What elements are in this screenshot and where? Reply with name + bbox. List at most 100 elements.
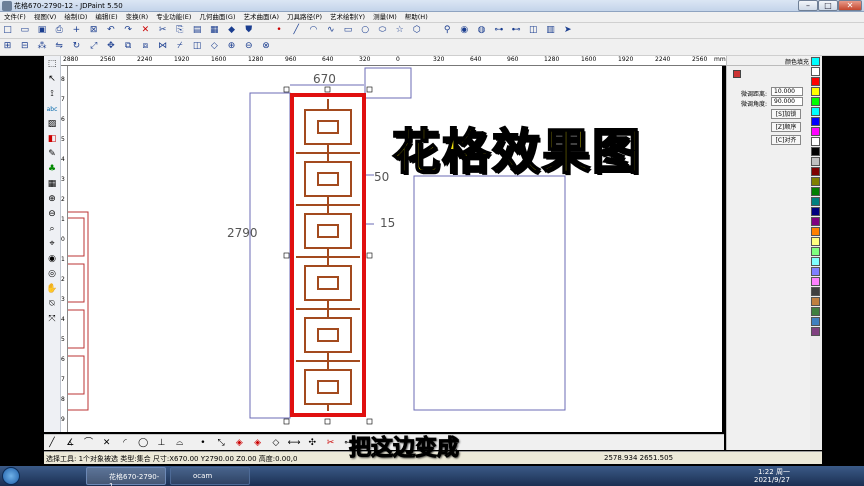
redo-icon[interactable]: ↷ bbox=[122, 24, 135, 36]
join-icon[interactable]: ⋈ bbox=[156, 40, 169, 52]
select-icon[interactable]: ⬚ bbox=[45, 58, 59, 71]
distribute-icon[interactable]: ⊟ bbox=[18, 40, 31, 52]
arc-tool-icon[interactable]: ◜ bbox=[118, 436, 132, 450]
offset-icon[interactable]: ◫ bbox=[191, 40, 204, 52]
color-swatch[interactable] bbox=[811, 107, 820, 116]
color-swatch[interactable] bbox=[811, 87, 820, 96]
color-swatch[interactable] bbox=[811, 217, 820, 226]
tangent-tool-icon[interactable]: ⌓ bbox=[173, 436, 187, 450]
color-swatch[interactable] bbox=[811, 237, 820, 246]
extend-tool-icon[interactable]: ⤡ bbox=[214, 436, 228, 450]
intersect-icon[interactable]: ⊗ bbox=[260, 40, 273, 52]
eye-icon[interactable]: ◉ bbox=[45, 253, 59, 266]
line-icon[interactable]: ╱ bbox=[290, 24, 303, 36]
array-icon[interactable]: ⁂ bbox=[35, 40, 48, 52]
boolean-intersect-icon[interactable]: ◇ bbox=[269, 436, 283, 450]
grid-icon[interactable]: ▦ bbox=[208, 24, 221, 36]
hand-icon[interactable]: ✋ bbox=[45, 283, 59, 296]
lock-button[interactable]: [S]加锁 bbox=[771, 109, 801, 119]
mirror-icon[interactable]: ⇋ bbox=[53, 40, 66, 52]
link-icon[interactable]: ⊷ bbox=[510, 24, 523, 36]
dot-tool-icon[interactable]: • bbox=[196, 436, 210, 450]
boolean-union-icon[interactable]: ◈ bbox=[232, 436, 246, 450]
color-swatch[interactable] bbox=[811, 167, 820, 176]
subtract-icon[interactable]: ⊖ bbox=[242, 40, 255, 52]
bulb-icon[interactable]: ◍ bbox=[475, 24, 488, 36]
cut-icon[interactable]: ✂ bbox=[156, 24, 169, 36]
zoom-out-icon[interactable]: ⊖ bbox=[45, 208, 59, 221]
drop-icon[interactable]: ◉ bbox=[458, 24, 471, 36]
pointer-icon[interactable]: ↖ bbox=[45, 73, 59, 86]
arrow-icon[interactable]: ➤ bbox=[561, 24, 574, 36]
zoom-window-icon[interactable]: ⌕ bbox=[45, 223, 59, 236]
circle-icon[interactable]: ○ bbox=[359, 24, 372, 36]
group-icon[interactable]: ⧉ bbox=[122, 40, 135, 52]
start-button[interactable] bbox=[2, 467, 20, 485]
node-icon[interactable]: ◇ bbox=[208, 40, 221, 52]
view-icon[interactable]: ◎ bbox=[45, 268, 59, 281]
menu-toolpath[interactable]: 刀具路径(P) bbox=[283, 12, 326, 23]
move-icon[interactable]: ✥ bbox=[104, 40, 117, 52]
color-swatch[interactable] bbox=[811, 137, 820, 146]
color-swatch[interactable] bbox=[811, 277, 820, 286]
color-swatch[interactable] bbox=[811, 157, 820, 166]
delete-icon[interactable]: ✕ bbox=[139, 24, 152, 36]
zoom-all-icon[interactable]: ⌖ bbox=[45, 238, 59, 251]
menu-view[interactable]: 视图(V) bbox=[30, 12, 61, 23]
pin-icon[interactable]: ⚲ bbox=[441, 24, 454, 36]
tree-icon[interactable]: ♣ bbox=[45, 163, 59, 176]
layers-icon[interactable]: ◫ bbox=[527, 24, 540, 36]
rotate-icon[interactable]: ↻ bbox=[70, 40, 83, 52]
ungroup-icon[interactable]: ⧈ bbox=[139, 40, 152, 52]
shield-icon[interactable]: ⛊ bbox=[242, 24, 255, 36]
brush-icon[interactable]: ▨ bbox=[45, 118, 59, 131]
flip-tool-icon[interactable]: ⟷ bbox=[287, 436, 301, 450]
fill-icon[interactable]: ◆ bbox=[225, 24, 238, 36]
color-swatch[interactable] bbox=[811, 247, 820, 256]
menu-file[interactable]: 文件(F) bbox=[0, 12, 30, 23]
align-button[interactable]: [C]对齐 bbox=[771, 135, 801, 145]
color-swatch[interactable] bbox=[811, 147, 820, 156]
color-swatch[interactable] bbox=[811, 57, 820, 66]
color-swatch[interactable] bbox=[811, 127, 820, 136]
color-swatch[interactable] bbox=[811, 267, 820, 276]
minimize-button[interactable]: – bbox=[798, 0, 818, 11]
trim-icon[interactable]: ⌿ bbox=[173, 40, 186, 52]
chain-icon[interactable]: ⊶ bbox=[492, 24, 505, 36]
color-swatch[interactable] bbox=[811, 77, 820, 86]
color-swatch[interactable] bbox=[811, 177, 820, 186]
mesh-icon[interactable]: ▦ bbox=[45, 178, 59, 191]
text-icon[interactable]: abc bbox=[45, 103, 59, 116]
color-swatch[interactable] bbox=[811, 97, 820, 106]
menu-pro[interactable]: 专业功能(E) bbox=[152, 12, 195, 23]
maximize-button[interactable]: □ bbox=[818, 0, 838, 11]
taskbar-item-jdpaint[interactable]: 花格670-2790-1... bbox=[86, 467, 166, 486]
color-swatch[interactable] bbox=[811, 307, 820, 316]
menu-draw[interactable]: 绘制(D) bbox=[60, 12, 91, 23]
color-swatch[interactable] bbox=[811, 117, 820, 126]
offset-angle-input[interactable]: 90.000 bbox=[771, 97, 803, 106]
paint-icon[interactable]: ✎ bbox=[45, 148, 59, 161]
rectangle-icon[interactable]: ▭ bbox=[341, 24, 354, 36]
close-button[interactable]: ✕ bbox=[838, 0, 862, 11]
circle-tool-icon[interactable]: ◯ bbox=[136, 436, 150, 450]
line-tool-icon[interactable]: ╱ bbox=[45, 436, 59, 450]
paste-icon[interactable]: ▤ bbox=[191, 24, 204, 36]
menu-art-surface[interactable]: 艺术曲面(A) bbox=[240, 12, 284, 23]
zoom-in-icon[interactable]: ⊕ bbox=[45, 193, 59, 206]
new-icon[interactable]: □ bbox=[1, 24, 14, 36]
menu-measure[interactable]: 测量(M) bbox=[369, 12, 401, 23]
color-swatch[interactable] bbox=[811, 67, 820, 76]
polygon-icon[interactable]: ⬡ bbox=[410, 24, 423, 36]
color-swatch[interactable] bbox=[811, 207, 820, 216]
offset-distance-input[interactable]: 10.000 bbox=[771, 87, 803, 96]
box-icon[interactable]: ▥ bbox=[544, 24, 557, 36]
menu-geometry[interactable]: 几何曲面(G) bbox=[195, 12, 239, 23]
node-tool-icon[interactable]: ✣ bbox=[305, 436, 319, 450]
block-icon[interactable]: ◧ bbox=[45, 133, 59, 146]
color-swatch[interactable] bbox=[811, 187, 820, 196]
perpendicular-tool-icon[interactable]: ⊥ bbox=[154, 436, 168, 450]
color-swatch[interactable] bbox=[811, 317, 820, 326]
select-box-icon[interactable]: ⊠ bbox=[87, 24, 100, 36]
angle-tool-icon[interactable]: ∡ bbox=[63, 436, 77, 450]
